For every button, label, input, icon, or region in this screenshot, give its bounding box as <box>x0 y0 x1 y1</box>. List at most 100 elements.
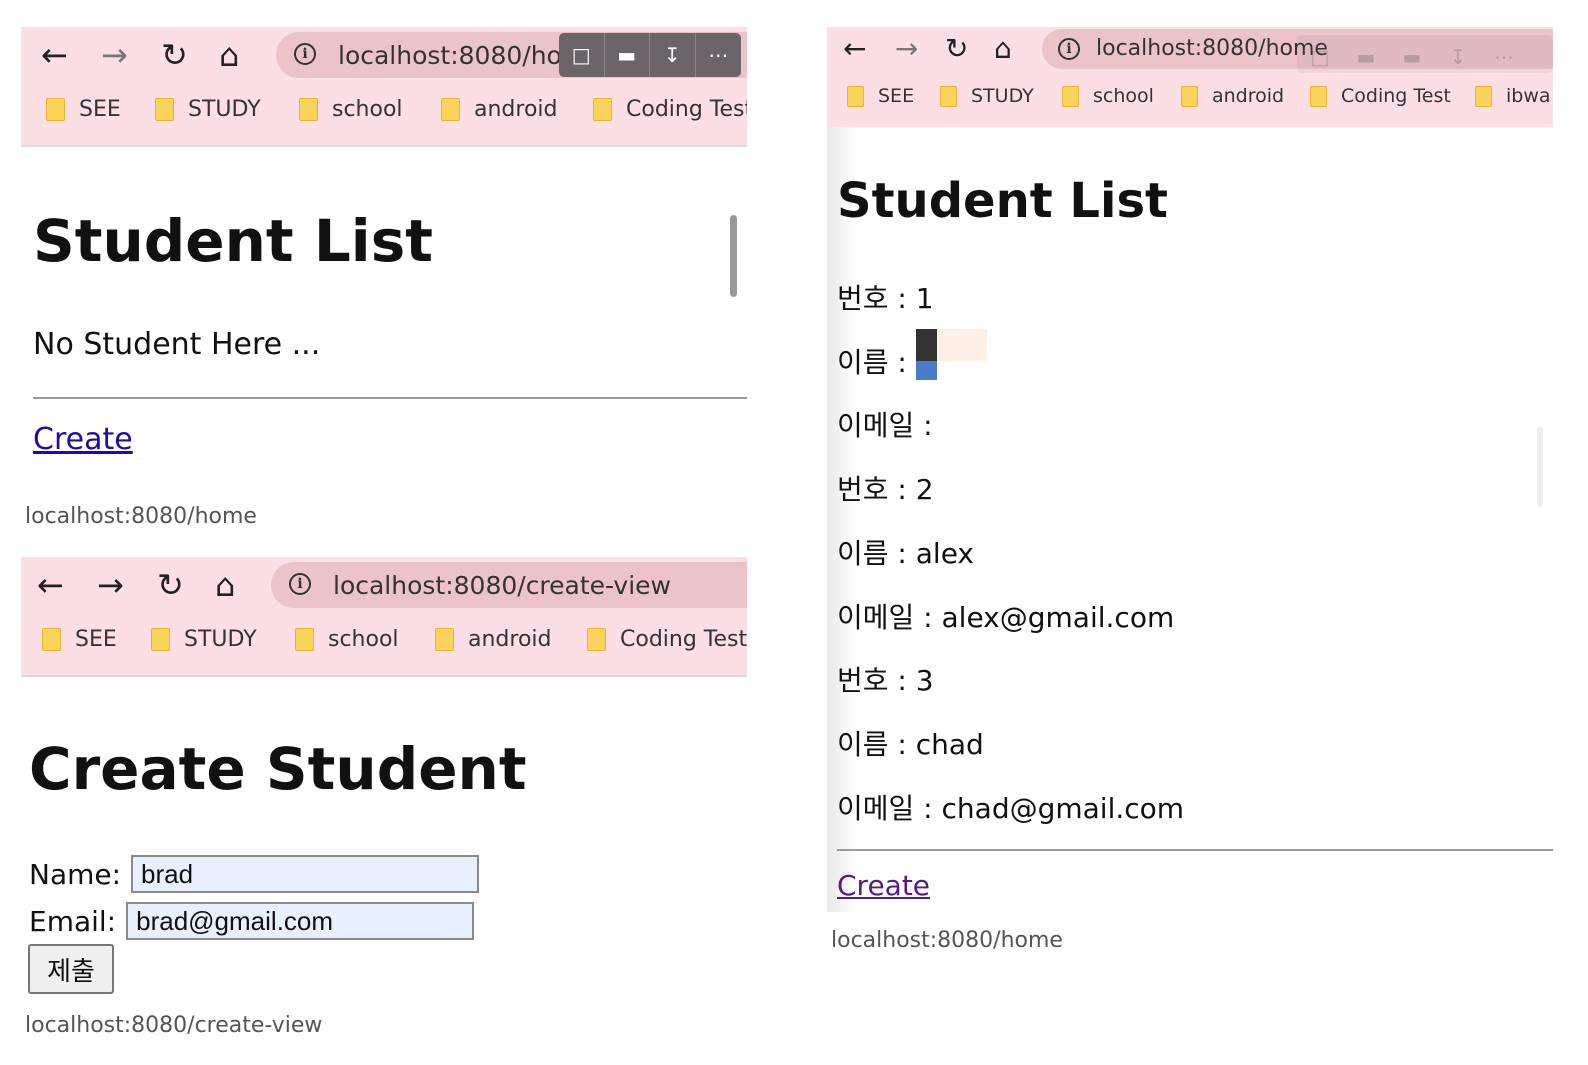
bookmark-ibwa[interactable]: ibwa <box>1475 85 1551 107</box>
redacted-name-block <box>916 361 937 380</box>
name-label: Name: <box>29 857 122 891</box>
panel-home-list: ← → ↻ ⌂ i localhost:8080/home □ ▬ ▬ ↧ ⋯ … <box>827 27 1553 912</box>
caption-home-list: localhost:8080/home <box>831 928 1063 953</box>
folder-icon <box>593 98 612 121</box>
reload-icon[interactable]: ↻ <box>161 39 188 71</box>
forward-arrow-icon[interactable]: → <box>895 33 918 65</box>
scrollbar[interactable] <box>730 215 737 297</box>
folder-icon <box>435 628 454 651</box>
bookmarks-bar: SEE STUDY school android Coding Test <box>21 85 747 145</box>
student-number: 번호 : 3 <box>837 664 934 697</box>
folder-icon <box>1310 85 1327 107</box>
folder-icon <box>299 98 318 121</box>
bookmark-coding-test[interactable]: Coding Test <box>1310 85 1451 107</box>
email-label: Email: <box>29 904 117 938</box>
empty-message: No Student Here ... <box>33 327 321 362</box>
bookmark-android[interactable]: android <box>441 97 558 122</box>
folder-icon <box>46 98 65 121</box>
more-icon[interactable]: ⋯ <box>696 33 741 77</box>
folder-icon <box>587 628 606 651</box>
back-arrow-icon[interactable]: ← <box>41 39 68 71</box>
caption-home-empty: localhost:8080/home <box>25 504 257 529</box>
bookmark-see[interactable]: SEE <box>847 85 914 107</box>
info-icon[interactable]: i <box>289 573 311 595</box>
student-number: 번호 : 2 <box>837 473 934 506</box>
bookmark-study[interactable]: STUDY <box>940 85 1034 107</box>
bookmarks-bar: SEE STUDY school android Coding Test ibw… <box>827 73 1553 127</box>
panel-create-view: ← → ↻ ⌂ i localhost:8080/create-view SEE… <box>21 557 747 1007</box>
panel-home-empty: ← → ↻ ⌂ i localhost:8080/home □ ▬ ↧ ⋯ SE… <box>21 27 747 497</box>
tablet-icon[interactable]: ▬ <box>605 33 650 77</box>
name-row: Name: <box>29 855 480 893</box>
student-email: 이메일 : chad@gmail.com <box>837 792 1185 825</box>
folder-icon <box>1062 85 1079 107</box>
address-url: localhost:8080/create-view <box>333 571 671 600</box>
create-link[interactable]: Create <box>33 422 133 457</box>
divider <box>837 849 1553 851</box>
bookmark-school[interactable]: school <box>1062 85 1154 107</box>
folder-icon <box>1475 85 1492 107</box>
student-number: 번호 : 1 <box>837 282 934 315</box>
bookmark-study[interactable]: STUDY <box>151 627 257 652</box>
student-name: 이름 : chad <box>837 728 984 761</box>
page-title: Create Student <box>29 735 527 803</box>
student-name: 이름 : alex <box>837 537 974 570</box>
bookmark-school[interactable]: school <box>299 97 403 122</box>
address-url: localhost:8080/home <box>1096 36 1328 61</box>
redacted-name-block <box>937 329 987 361</box>
video-overlay-toolbar: □ ▬ ▬ ↧ ⋯ <box>1297 35 1553 73</box>
info-icon[interactable]: i <box>1058 38 1080 60</box>
folder-icon <box>155 98 174 121</box>
submit-button[interactable]: 제출 <box>28 944 114 994</box>
forward-arrow-icon[interactable]: → <box>97 569 124 601</box>
bookmark-coding-test[interactable]: Coding Test <box>593 97 747 122</box>
reload-icon[interactable]: ↻ <box>945 33 968 65</box>
home-icon[interactable]: ⌂ <box>215 569 235 601</box>
bookmark-school[interactable]: school <box>295 627 399 652</box>
bookmark-study[interactable]: STUDY <box>155 97 261 122</box>
browser-toolbar: ← → ↻ ⌂ i localhost:8080/home □ ▬ ↧ ⋯ <box>21 27 747 85</box>
page-title: Student List <box>33 207 433 275</box>
scrollbar[interactable] <box>1537 427 1543 507</box>
browser-toolbar: ← → ↻ ⌂ i localhost:8080/home □ ▬ ▬ ↧ ⋯ <box>827 27 1553 73</box>
divider <box>33 397 747 399</box>
browser-chrome: ← → ↻ ⌂ i localhost:8080/create-view SEE… <box>21 557 747 677</box>
forward-arrow-icon[interactable]: → <box>101 39 128 71</box>
page-title: Student List <box>837 173 1168 229</box>
folder-icon <box>151 628 170 651</box>
comment-icon[interactable]: □ <box>559 33 605 77</box>
bookmark-coding-test[interactable]: Coding Test <box>587 627 747 652</box>
student-email: 이메일 : <box>837 409 933 442</box>
bookmark-android[interactable]: android <box>1181 85 1284 107</box>
browser-chrome: ← → ↻ ⌂ i localhost:8080/home □ ▬ ↧ ⋯ SE… <box>21 27 747 147</box>
home-icon[interactable]: ⌂ <box>994 33 1012 65</box>
folder-icon <box>1181 85 1198 107</box>
name-input[interactable] <box>131 855 480 893</box>
video-overlay-toolbar: □ ▬ ↧ ⋯ <box>559 33 741 77</box>
bookmark-android[interactable]: android <box>435 627 552 652</box>
folder-icon <box>940 85 957 107</box>
bookmark-see[interactable]: SEE <box>46 97 121 122</box>
folder-icon <box>42 628 61 651</box>
back-arrow-icon[interactable]: ← <box>37 569 64 601</box>
create-link[interactable]: Create <box>837 869 930 902</box>
folder-icon <box>441 98 460 121</box>
folder-icon <box>295 628 314 651</box>
bookmark-see[interactable]: SEE <box>42 627 117 652</box>
redacted-name-block <box>916 329 937 361</box>
email-input[interactable] <box>126 902 475 940</box>
back-arrow-icon[interactable]: ← <box>843 33 866 65</box>
address-bar[interactable]: i localhost:8080/create-view <box>271 562 747 608</box>
download-icon[interactable]: ↧ <box>650 33 696 77</box>
home-icon[interactable]: ⌂ <box>219 39 239 71</box>
student-email: 이메일 : alex@gmail.com <box>837 601 1175 634</box>
reload-icon[interactable]: ↻ <box>157 569 184 601</box>
browser-toolbar: ← → ↻ ⌂ i localhost:8080/create-view <box>21 557 747 615</box>
browser-chrome: ← → ↻ ⌂ i localhost:8080/home □ ▬ ▬ ↧ ⋯ … <box>827 27 1553 127</box>
info-icon[interactable]: i <box>294 43 316 65</box>
student-name: 이름 : <box>837 346 907 379</box>
caption-create-view: localhost:8080/create-view <box>25 1013 323 1038</box>
email-row: Email: <box>29 902 475 940</box>
bookmarks-bar: SEE STUDY school android Coding Test <box>21 615 747 675</box>
folder-icon <box>847 85 864 107</box>
